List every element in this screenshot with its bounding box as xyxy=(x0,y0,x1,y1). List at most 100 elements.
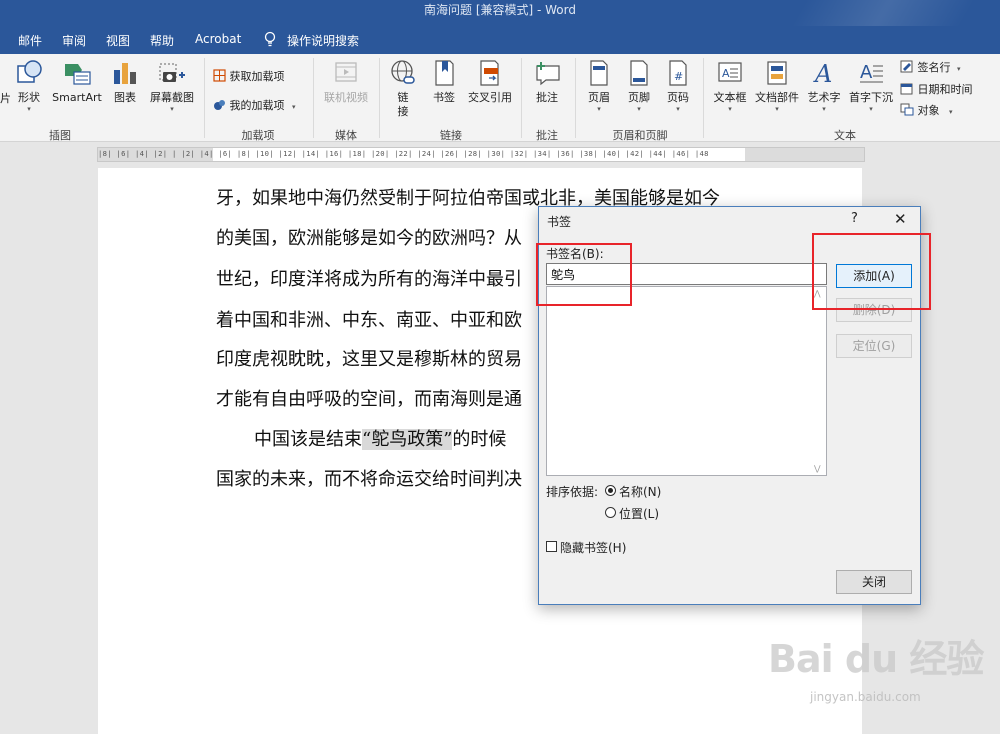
tab-review[interactable]: 审阅 xyxy=(62,32,86,49)
shapes-icon xyxy=(17,60,42,83)
footer-icon xyxy=(630,60,648,86)
group-separator xyxy=(379,58,380,138)
tab-help[interactable]: 帮助 xyxy=(150,32,174,49)
help-button[interactable]: ? xyxy=(851,211,858,226)
text-run: 中国该是结束 xyxy=(254,429,362,450)
video-icon xyxy=(335,62,357,82)
horizontal-ruler[interactable]: |8| |6| |4| |2| | |2| |4| |6| |8| |10| |… xyxy=(97,147,865,162)
comment-button[interactable]: 批注 xyxy=(530,58,564,105)
sort-name-radio[interactable] xyxy=(605,485,616,496)
camera-icon xyxy=(159,63,185,82)
group-separator xyxy=(703,58,704,138)
tab-mailings[interactable]: 邮件 xyxy=(18,32,42,49)
dropcap-icon: A xyxy=(860,62,883,83)
cross-reference-icon xyxy=(480,60,499,86)
hidden-bookmarks-checkbox[interactable] xyxy=(546,541,557,552)
group-header-footer: 页眉和页脚 xyxy=(612,129,668,142)
store-icon xyxy=(213,69,226,82)
footer-button[interactable]: 页脚 ▾ xyxy=(624,58,654,113)
group-separator xyxy=(521,58,522,138)
annotation-box-name xyxy=(536,243,632,306)
chart-button[interactable]: 图表 xyxy=(110,58,140,105)
bookmark-icon xyxy=(435,60,454,86)
tell-me-search[interactable]: 操作说明搜索 xyxy=(287,32,359,49)
tab-acrobat[interactable]: Acrobat xyxy=(195,32,241,46)
addin-icon xyxy=(214,100,225,110)
textbox-icon: A xyxy=(718,62,742,82)
dropcap-button[interactable]: A 首字下沉 ▾ xyxy=(846,58,896,113)
sort-location-label[interactable]: 位置(L) xyxy=(619,505,659,522)
goto-button[interactable]: 定位(G) xyxy=(836,334,912,358)
text-line: 的美国，欧洲能够是如今的欧洲吗？从 xyxy=(216,228,522,249)
smartart-button[interactable]: SmartArt xyxy=(50,58,104,105)
page-number-button[interactable]: # 页码 ▾ xyxy=(663,58,693,113)
page-number-icon: # xyxy=(669,60,687,86)
group-addins: 加载项 xyxy=(241,129,275,142)
text-line: 国家的未来，而不将命运交给时间判决 xyxy=(216,469,522,490)
tab-view[interactable]: 视图 xyxy=(106,32,130,49)
bookmark-list[interactable]: ⋀ ⋁ xyxy=(546,286,827,476)
sort-name-label[interactable]: 名称(N) xyxy=(619,483,661,500)
globe-link-icon xyxy=(391,60,415,84)
signature-line-button[interactable]: 签名行 ▾ xyxy=(900,59,961,75)
text-line: 着中国和非洲、中东、南亚、中亚和欧 xyxy=(216,310,522,331)
text-run: 的时候 xyxy=(452,429,507,450)
window-title: 南海问题 [兼容模式] - Word xyxy=(424,3,576,17)
menu-bar: 邮件 审阅 视图 帮助 Acrobat 操作说明搜索 xyxy=(0,26,1000,54)
watermark: Bai du 经验 jingyan.baidu.com xyxy=(748,618,998,718)
pictures-button[interactable]: 片 xyxy=(0,92,11,106)
link-button[interactable]: 链接 xyxy=(388,58,418,119)
title-bar: 南海问题 [兼容模式] - Word xyxy=(0,0,1000,54)
text-line: 世纪，印度洋将成为所有的海洋中最引 xyxy=(216,269,522,290)
wordart-icon: A xyxy=(813,60,832,88)
sort-location-radio[interactable] xyxy=(605,507,616,518)
hidden-bookmarks-label[interactable]: 隐藏书签(H) xyxy=(560,539,626,556)
dialog-title: 书签 xyxy=(547,215,572,229)
text-line: 中国该是结束“鸵鸟政策”的时候 xyxy=(254,425,506,451)
get-addins-button[interactable]: 获取加载项 xyxy=(213,68,285,84)
smartart-icon xyxy=(65,64,91,85)
online-video-button[interactable]: 联机视频 xyxy=(320,58,372,105)
annotation-box-add xyxy=(812,233,931,310)
text-line: 印度虎视眈眈，这里又是穆斯林的贸易 xyxy=(216,349,522,370)
wordart-button[interactable]: A 艺术字 ▾ xyxy=(806,58,842,113)
svg-text:#: # xyxy=(674,70,683,83)
screenshot-button[interactable]: 屏幕截图 ▾ xyxy=(146,58,198,113)
cross-reference-button[interactable]: 交叉引用 xyxy=(464,58,516,105)
watermark-url: jingyan.baidu.com xyxy=(810,690,921,704)
comment-icon xyxy=(536,62,560,86)
group-illustrations: 插图 xyxy=(49,129,71,142)
group-comments: 批注 xyxy=(536,129,558,142)
list-scrollbar[interactable]: ⋀ ⋁ xyxy=(811,287,826,475)
header-icon xyxy=(590,60,608,86)
ruler-ticks: |8| |6| |4| |2| | |2| |4| |6| |8| |10| |… xyxy=(98,149,709,158)
group-separator xyxy=(313,58,314,138)
group-separator xyxy=(204,58,205,138)
quick-parts-icon xyxy=(767,61,787,85)
svg-text:A: A xyxy=(860,62,873,83)
group-media: 媒体 xyxy=(335,129,357,142)
svg-text:A: A xyxy=(722,67,730,80)
bookmark-button[interactable]: 书签 xyxy=(430,58,458,105)
sort-by-label: 排序依据: xyxy=(546,485,599,499)
header-button[interactable]: 页眉 ▾ xyxy=(584,58,614,113)
object-button[interactable]: 对象 ▾ xyxy=(900,102,953,118)
svg-text:A: A xyxy=(813,60,832,88)
my-addins-button[interactable]: 我的加载项 ▾ xyxy=(213,97,296,113)
calendar-icon xyxy=(900,83,913,95)
group-links: 链接 xyxy=(440,129,462,142)
chart-icon xyxy=(114,63,136,84)
group-text: 文本 xyxy=(834,129,856,142)
selected-text[interactable]: “鸵鸟政策” xyxy=(362,429,453,450)
object-icon xyxy=(900,103,914,116)
group-separator xyxy=(575,58,576,138)
watermark-logo: Bai du 经验 xyxy=(768,637,984,681)
chevron-down-icon[interactable]: ⋁ xyxy=(814,464,821,473)
shapes-button[interactable]: 形状 ▾ xyxy=(14,58,44,113)
close-icon[interactable]: ✕ xyxy=(894,210,907,228)
quick-parts-button[interactable]: 文档部件 ▾ xyxy=(752,58,802,113)
textbox-button[interactable]: A 文本框 ▾ xyxy=(710,58,750,113)
lightbulb-icon xyxy=(264,31,276,47)
close-button[interactable]: 关闭 xyxy=(836,570,912,594)
date-time-button[interactable]: 日期和时间 xyxy=(900,81,973,97)
